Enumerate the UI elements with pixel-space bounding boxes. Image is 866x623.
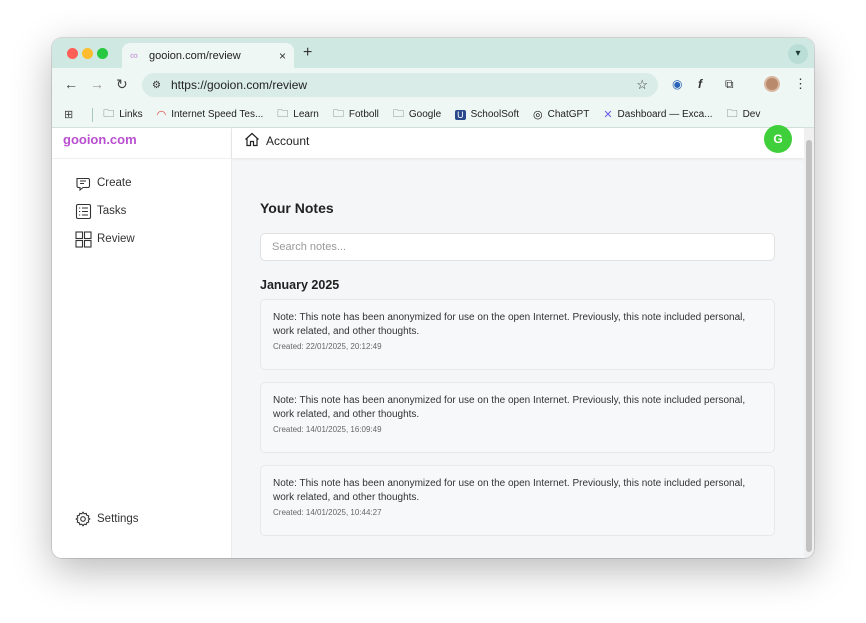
folder-icon: 🗀 [103, 108, 115, 120]
forward-arrow-icon[interactable]: → [90, 76, 104, 92]
new-tab-button[interactable]: + [303, 44, 312, 62]
font-extension-icon[interactable]: f [698, 77, 702, 91]
page-header: Account G [232, 125, 804, 158]
menu-kebab-icon[interactable]: ⋮ [794, 76, 807, 92]
browser-tab[interactable]: ∞ gooion.com/review × [122, 43, 294, 68]
excalidraw-icon: ✕ [603, 109, 613, 121]
month-heading: January 2025 [260, 278, 340, 292]
account-link[interactable]: Account [244, 132, 309, 150]
bookmark-dashboard[interactable]: ✕ Dashboard — Exca... [603, 108, 712, 121]
sidebar-item-create[interactable]: Create [74, 174, 132, 192]
browser-window: ∞ gooion.com/review × + ▾ ← → ↻ ⚙ https:… [52, 38, 814, 558]
user-avatar[interactable]: G [764, 125, 792, 153]
sidebar-item-label: Tasks [97, 205, 127, 217]
sidebar-item-label: Settings [97, 513, 139, 525]
note-created: Created: 14/01/2025, 10:44:27 [273, 508, 382, 517]
profile-avatar[interactable] [764, 76, 780, 92]
bookmarks-separator [92, 107, 94, 122]
brand-logo[interactable]: gooion.com [63, 132, 137, 147]
minimize-window-button[interactable] [82, 48, 93, 59]
folder-icon: 🗀 [726, 108, 738, 120]
folder-icon: 🗀 [332, 108, 344, 120]
bookmark-learn[interactable]: 🗀 Learn [277, 105, 319, 124]
sidebar-item-label: Review [97, 233, 135, 245]
create-note-icon [74, 174, 92, 192]
scrollbar-thumb[interactable] [806, 140, 812, 552]
site-favicon-icon: ∞ [130, 49, 138, 62]
note-card[interactable]: Note: This note has been anonymized for … [260, 465, 775, 536]
back-arrow-icon[interactable]: ← [64, 76, 78, 92]
address-bar[interactable]: ⚙ https://gooion.com/review ☆ [142, 73, 658, 97]
bookmark-internet-speed[interactable]: ◠ Internet Speed Tes... [157, 108, 264, 121]
sidebar-item-label: Create [97, 177, 132, 189]
main-content: Your Notes January 2025 Note: This note … [232, 158, 804, 558]
close-window-button[interactable] [67, 48, 78, 59]
folder-icon: 🗀 [392, 108, 404, 120]
note-created: Created: 14/01/2025, 16:09:49 [273, 425, 382, 434]
bookmarks-bar: ⊞ 🗀 Links ◠ Internet Speed Tes... 🗀 Learn 🗀… [52, 102, 814, 128]
browser-toolbar: ← → ↻ ⚙ https://gooion.com/review ☆ ◉ f … [52, 68, 814, 102]
search-input[interactable] [260, 233, 775, 261]
folder-icon: 🗀 [277, 108, 289, 120]
bookmark-google[interactable]: 🗀 Google [393, 105, 441, 124]
page-scrollbar[interactable] [804, 128, 814, 558]
grid-icon [74, 230, 92, 248]
bookmark-dev[interactable]: 🗀 Dev [727, 105, 761, 124]
apps-grid-icon[interactable]: ⊞ [64, 108, 78, 121]
sidebar-item-tasks[interactable]: Tasks [74, 202, 126, 220]
page-title: Your Notes [260, 200, 334, 216]
tab-search-chevron-icon[interactable]: ▾ [788, 44, 808, 64]
speedometer-icon: ◠ [156, 109, 167, 121]
bookmark-star-icon[interactable]: ☆ [636, 77, 648, 93]
bookmark-fotboll[interactable]: 🗀 Fotboll [333, 105, 379, 124]
note-created: Created: 22/01/2025, 20:12:49 [273, 342, 382, 351]
home-icon [244, 132, 260, 150]
gear-icon [74, 510, 92, 528]
tab-close-icon[interactable]: × [279, 49, 286, 63]
password-manager-icon[interactable]: ◉ [672, 77, 682, 91]
note-text: Note: This note has been anonymized for … [273, 395, 746, 420]
schoolsoft-icon: U [455, 109, 466, 120]
note-text: Note: This note has been anonymized for … [273, 478, 746, 503]
site-info-icon[interactable]: ⚙ [152, 80, 161, 91]
bookmark-schoolsoft[interactable]: U SchoolSoft [455, 109, 519, 120]
bookmark-links[interactable]: 🗀 Links [103, 105, 142, 124]
chatgpt-icon: ◎ [533, 109, 543, 121]
url-text[interactable]: https://gooion.com/review [171, 78, 307, 92]
page-content: gooion.com Create Tasks Review Settings … [52, 125, 814, 558]
sidebar-item-settings[interactable]: Settings [74, 510, 139, 528]
tab-title: gooion.com/review [149, 49, 241, 62]
note-text: Note: This note has been anonymized for … [273, 312, 746, 337]
reload-icon[interactable]: ↻ [116, 76, 128, 93]
extensions-puzzle-icon[interactable]: ⧉ [725, 77, 734, 92]
maximize-window-button[interactable] [97, 48, 108, 59]
brand-divider [52, 158, 232, 159]
tasks-list-icon [74, 202, 92, 220]
bookmark-chatgpt[interactable]: ◎ ChatGPT [533, 108, 589, 121]
sidebar-item-review[interactable]: Review [74, 230, 135, 248]
tab-strip: ∞ gooion.com/review × + ▾ [52, 38, 814, 68]
note-card[interactable]: Note: This note has been anonymized for … [260, 299, 775, 370]
sidebar: gooion.com Create Tasks Review Settings [52, 128, 232, 558]
account-label: Account [266, 134, 310, 148]
note-card[interactable]: Note: This note has been anonymized for … [260, 382, 775, 453]
